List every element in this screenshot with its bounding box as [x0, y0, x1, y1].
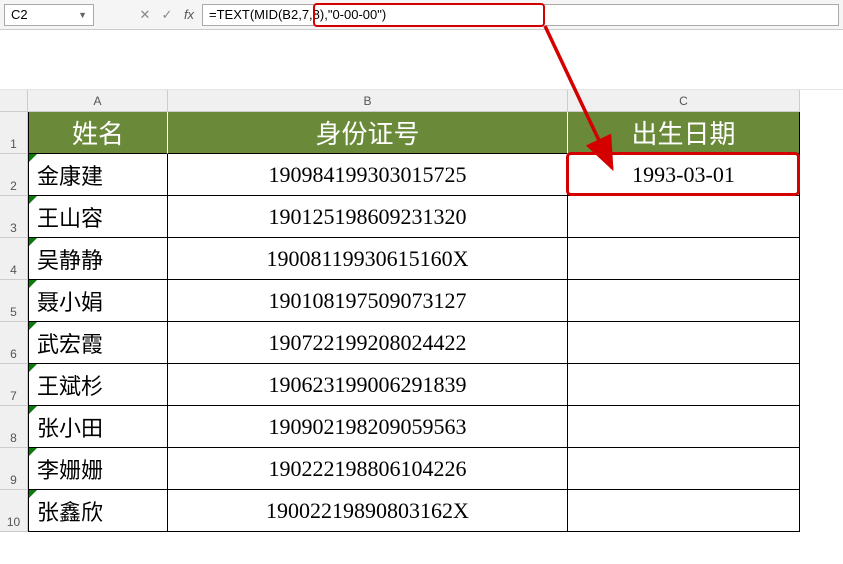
error-indicator-icon	[29, 406, 37, 414]
name-box[interactable]: C2 ▼	[4, 4, 94, 26]
row-header-1[interactable]: 1	[0, 112, 28, 154]
column-header-row: A B C	[28, 90, 843, 112]
cell-id[interactable]: 190984199303015725	[168, 154, 568, 196]
cancel-icon[interactable]: ✕	[134, 4, 156, 26]
row-header-5[interactable]: 5	[0, 280, 28, 322]
row-header-9[interactable]: 9	[0, 448, 28, 490]
cell-id[interactable]: 19002219890803162X	[168, 490, 568, 532]
cell-dob[interactable]	[568, 238, 800, 280]
table-row: 吴静静 19008119930615160X	[28, 238, 843, 280]
table-row: 聂小娟 190108197509073127	[28, 280, 843, 322]
row-header-2[interactable]: 2	[0, 154, 28, 196]
cell-id[interactable]: 190222198806104226	[168, 448, 568, 490]
cell-dob[interactable]	[568, 490, 800, 532]
error-indicator-icon	[29, 490, 37, 498]
formula-input[interactable]: =TEXT(MID(B2,7,8),"0-00-00")	[202, 4, 839, 26]
row-header-3[interactable]: 3	[0, 196, 28, 238]
table-row: 王斌杉 190623199006291839	[28, 364, 843, 406]
table-row: 张小田 190902198209059563	[28, 406, 843, 448]
header-name[interactable]: 姓名	[28, 112, 168, 154]
cell-dob[interactable]	[568, 406, 800, 448]
grid: A B C 姓名 身份证号 出生日期 金康建 19098419930301572…	[28, 90, 843, 532]
cell-id[interactable]: 19008119930615160X	[168, 238, 568, 280]
table-row: 王山容 190125198609231320	[28, 196, 843, 238]
row-header-10[interactable]: 10	[0, 490, 28, 532]
cell-dob[interactable]	[568, 448, 800, 490]
cell-dob[interactable]	[568, 280, 800, 322]
error-indicator-icon	[29, 322, 37, 330]
table-row: 李姗姗 190222198806104226	[28, 448, 843, 490]
cell-id[interactable]: 190722199208024422	[168, 322, 568, 364]
error-indicator-icon	[29, 280, 37, 288]
row-header-4[interactable]: 4	[0, 238, 28, 280]
table-row: 张鑫欣 19002219890803162X	[28, 490, 843, 532]
cell-id[interactable]: 190902198209059563	[168, 406, 568, 448]
cell-name[interactable]: 王山容	[28, 196, 168, 238]
cell-dob[interactable]	[568, 322, 800, 364]
table-row: 武宏霞 190722199208024422	[28, 322, 843, 364]
error-indicator-icon	[29, 364, 37, 372]
table-row: 金康建 190984199303015725 1993-03-01	[28, 154, 843, 196]
cell-name[interactable]: 金康建	[28, 154, 168, 196]
row-header-8[interactable]: 8	[0, 406, 28, 448]
row-header-7[interactable]: 7	[0, 364, 28, 406]
chevron-down-icon[interactable]: ▼	[78, 10, 87, 20]
error-indicator-icon	[29, 238, 37, 246]
fx-icon[interactable]: fx	[178, 4, 200, 26]
cell-id[interactable]: 190623199006291839	[168, 364, 568, 406]
cell-id[interactable]: 190125198609231320	[168, 196, 568, 238]
cell-id[interactable]: 190108197509073127	[168, 280, 568, 322]
cell-name[interactable]: 李姗姗	[28, 448, 168, 490]
cell-name[interactable]: 吴静静	[28, 238, 168, 280]
name-box-value: C2	[11, 7, 28, 22]
cell-dob[interactable]	[568, 364, 800, 406]
cell-dob[interactable]	[568, 196, 800, 238]
col-header-A[interactable]: A	[28, 90, 168, 112]
cell-name[interactable]: 张鑫欣	[28, 490, 168, 532]
table-header-row: 姓名 身份证号 出生日期	[28, 112, 843, 154]
col-header-B[interactable]: B	[168, 90, 568, 112]
cell-name[interactable]: 武宏霞	[28, 322, 168, 364]
cell-name[interactable]: 张小田	[28, 406, 168, 448]
select-all-corner[interactable]	[0, 90, 28, 112]
error-indicator-icon	[29, 154, 37, 162]
row-header-6[interactable]: 6	[0, 322, 28, 364]
formula-bar: C2 ▼ ✕ ✓ fx =TEXT(MID(B2,7,8),"0-00-00")	[0, 0, 843, 30]
cell-name[interactable]: 王斌杉	[28, 364, 168, 406]
confirm-icon[interactable]: ✓	[156, 4, 178, 26]
header-dob[interactable]: 出生日期	[568, 112, 800, 154]
header-id[interactable]: 身份证号	[168, 112, 568, 154]
row-header-column: 1 2 3 4 5 6 7 8 9 10	[0, 90, 28, 532]
spreadsheet: 1 2 3 4 5 6 7 8 9 10 A B C 姓名 身份证号 出生日期 …	[0, 90, 843, 532]
error-indicator-icon	[29, 196, 37, 204]
cell-name[interactable]: 聂小娟	[28, 280, 168, 322]
col-header-C[interactable]: C	[568, 90, 800, 112]
formula-text: =TEXT(MID(B2,7,8),"0-00-00")	[203, 7, 392, 22]
cell-dob[interactable]: 1993-03-01	[568, 154, 800, 196]
error-indicator-icon	[29, 448, 37, 456]
